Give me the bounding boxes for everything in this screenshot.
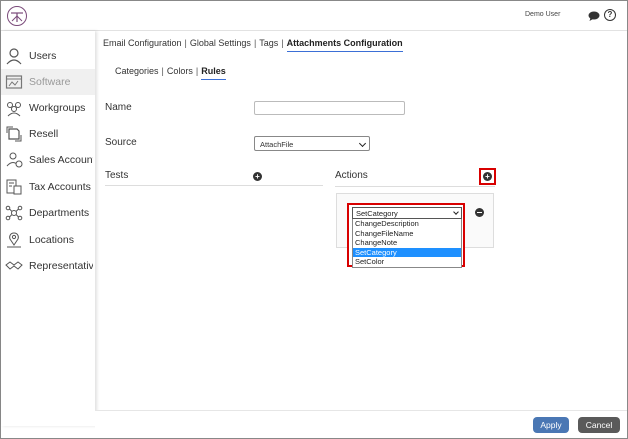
sidebar-item-locations[interactable]: Locations: [1, 227, 95, 253]
option-set-category[interactable]: SetCategory: [353, 247, 461, 257]
subtab-separator: |: [195, 66, 199, 76]
sidebar-item-label: Users: [29, 50, 57, 62]
sidebar-item-departments[interactable]: Departments: [1, 200, 95, 226]
sidebar-item-label: Software: [29, 76, 71, 88]
option-change-file-name[interactable]: ChangeFileName: [353, 229, 461, 239]
sidebar-item-label: Representatives: [29, 260, 93, 272]
sidebar-item-tax-accounts[interactable]: Tax Accounts: [1, 174, 95, 200]
resell-icon: [6, 126, 22, 142]
option-change-description[interactable]: ChangeDescription: [353, 219, 461, 229]
sidebar-item-label: Tax Accounts: [29, 181, 91, 193]
chevron-down-icon: [453, 209, 459, 215]
subtab-separator: |: [161, 66, 164, 76]
name-input[interactable]: [254, 101, 405, 115]
workgroups-icon: [7, 102, 21, 117]
representatives-icon: [5, 261, 23, 270]
tab-separator: |: [253, 38, 257, 48]
chevron-down-icon: [358, 139, 367, 148]
source-label: Source: [105, 137, 137, 148]
sidebar-item-label: Departments: [29, 207, 90, 219]
source-select-value: AttachFile: [260, 140, 294, 149]
sales-accounts-icon: [6, 152, 23, 168]
sidebar-item-software[interactable]: Software: [1, 69, 95, 95]
actions-divider: [335, 186, 495, 187]
tab-tags[interactable]: Tags: [259, 38, 278, 48]
sidebar-item-label: Sales Accounts: [29, 154, 93, 166]
user-name[interactable]: Demo User: [525, 11, 560, 18]
sidebar-item-label: Workgroups: [29, 102, 86, 114]
action-dropdown-highlight: SetCategory ChangeDescription ChangeFile…: [347, 203, 465, 268]
sidebar-item-representatives[interactable]: Representatives: [1, 253, 95, 279]
actions-label: Actions: [335, 170, 368, 181]
tab-attachments-configuration[interactable]: Attachments Configuration: [286, 38, 403, 52]
add-action-highlight: +: [479, 168, 496, 185]
config-tabs: Email Configuration | Global Settings | Tags…: [103, 38, 403, 52]
option-change-note[interactable]: ChangeNote: [353, 238, 461, 248]
tab-separator: |: [281, 38, 284, 48]
help-icon[interactable]: ?: [604, 9, 616, 21]
sidebar-item-label: Resell: [29, 128, 59, 140]
subtab-rules[interactable]: Rules: [201, 66, 226, 80]
sidebar: Users Software Workgroups Resell Sales A…: [1, 31, 95, 426]
add-test-button[interactable]: +: [253, 172, 262, 181]
departments-icon: [5, 205, 23, 221]
cancel-button[interactable]: Cancel: [578, 417, 620, 433]
top-bar: Demo User ?: [1, 1, 627, 31]
tests-divider: [105, 185, 323, 186]
sidebar-item-sales-accounts[interactable]: Sales Accounts: [1, 147, 95, 173]
add-action-button[interactable]: +: [483, 172, 492, 181]
tests-label: Tests: [105, 170, 129, 181]
tab-separator: |: [184, 38, 187, 48]
user-icon: [6, 48, 22, 65]
sidebar-item-label: Locations: [29, 234, 74, 246]
source-select[interactable]: AttachFile: [254, 136, 370, 151]
sidebar-item-users[interactable]: Users: [1, 43, 95, 69]
locations-icon: [7, 232, 21, 248]
subtab-categories[interactable]: Categories: [115, 66, 159, 76]
sidebar-item-workgroups[interactable]: Workgroups: [1, 95, 95, 121]
tax-accounts-icon: [6, 179, 22, 195]
tab-email-configuration[interactable]: Email Configuration: [103, 38, 182, 48]
subtab-colors[interactable]: Colors: [167, 66, 193, 76]
action-select[interactable]: SetCategory: [352, 207, 462, 219]
chat-icon[interactable]: [588, 11, 600, 21]
remove-action-button[interactable]: [475, 208, 484, 217]
software-icon: [5, 75, 23, 89]
tab-global-settings[interactable]: Global Settings: [190, 38, 251, 48]
sidebar-item-resell[interactable]: Resell: [1, 121, 95, 147]
apply-button[interactable]: Apply: [533, 417, 569, 433]
attachments-subtabs: Categories | Colors | Rules: [115, 66, 226, 80]
action-select-value: SetCategory: [356, 209, 398, 218]
app-logo-icon[interactable]: [7, 6, 27, 26]
name-label: Name: [105, 102, 132, 113]
action-options-list: ChangeDescription ChangeFileName ChangeN…: [352, 219, 462, 268]
option-set-color[interactable]: SetColor: [353, 257, 461, 267]
